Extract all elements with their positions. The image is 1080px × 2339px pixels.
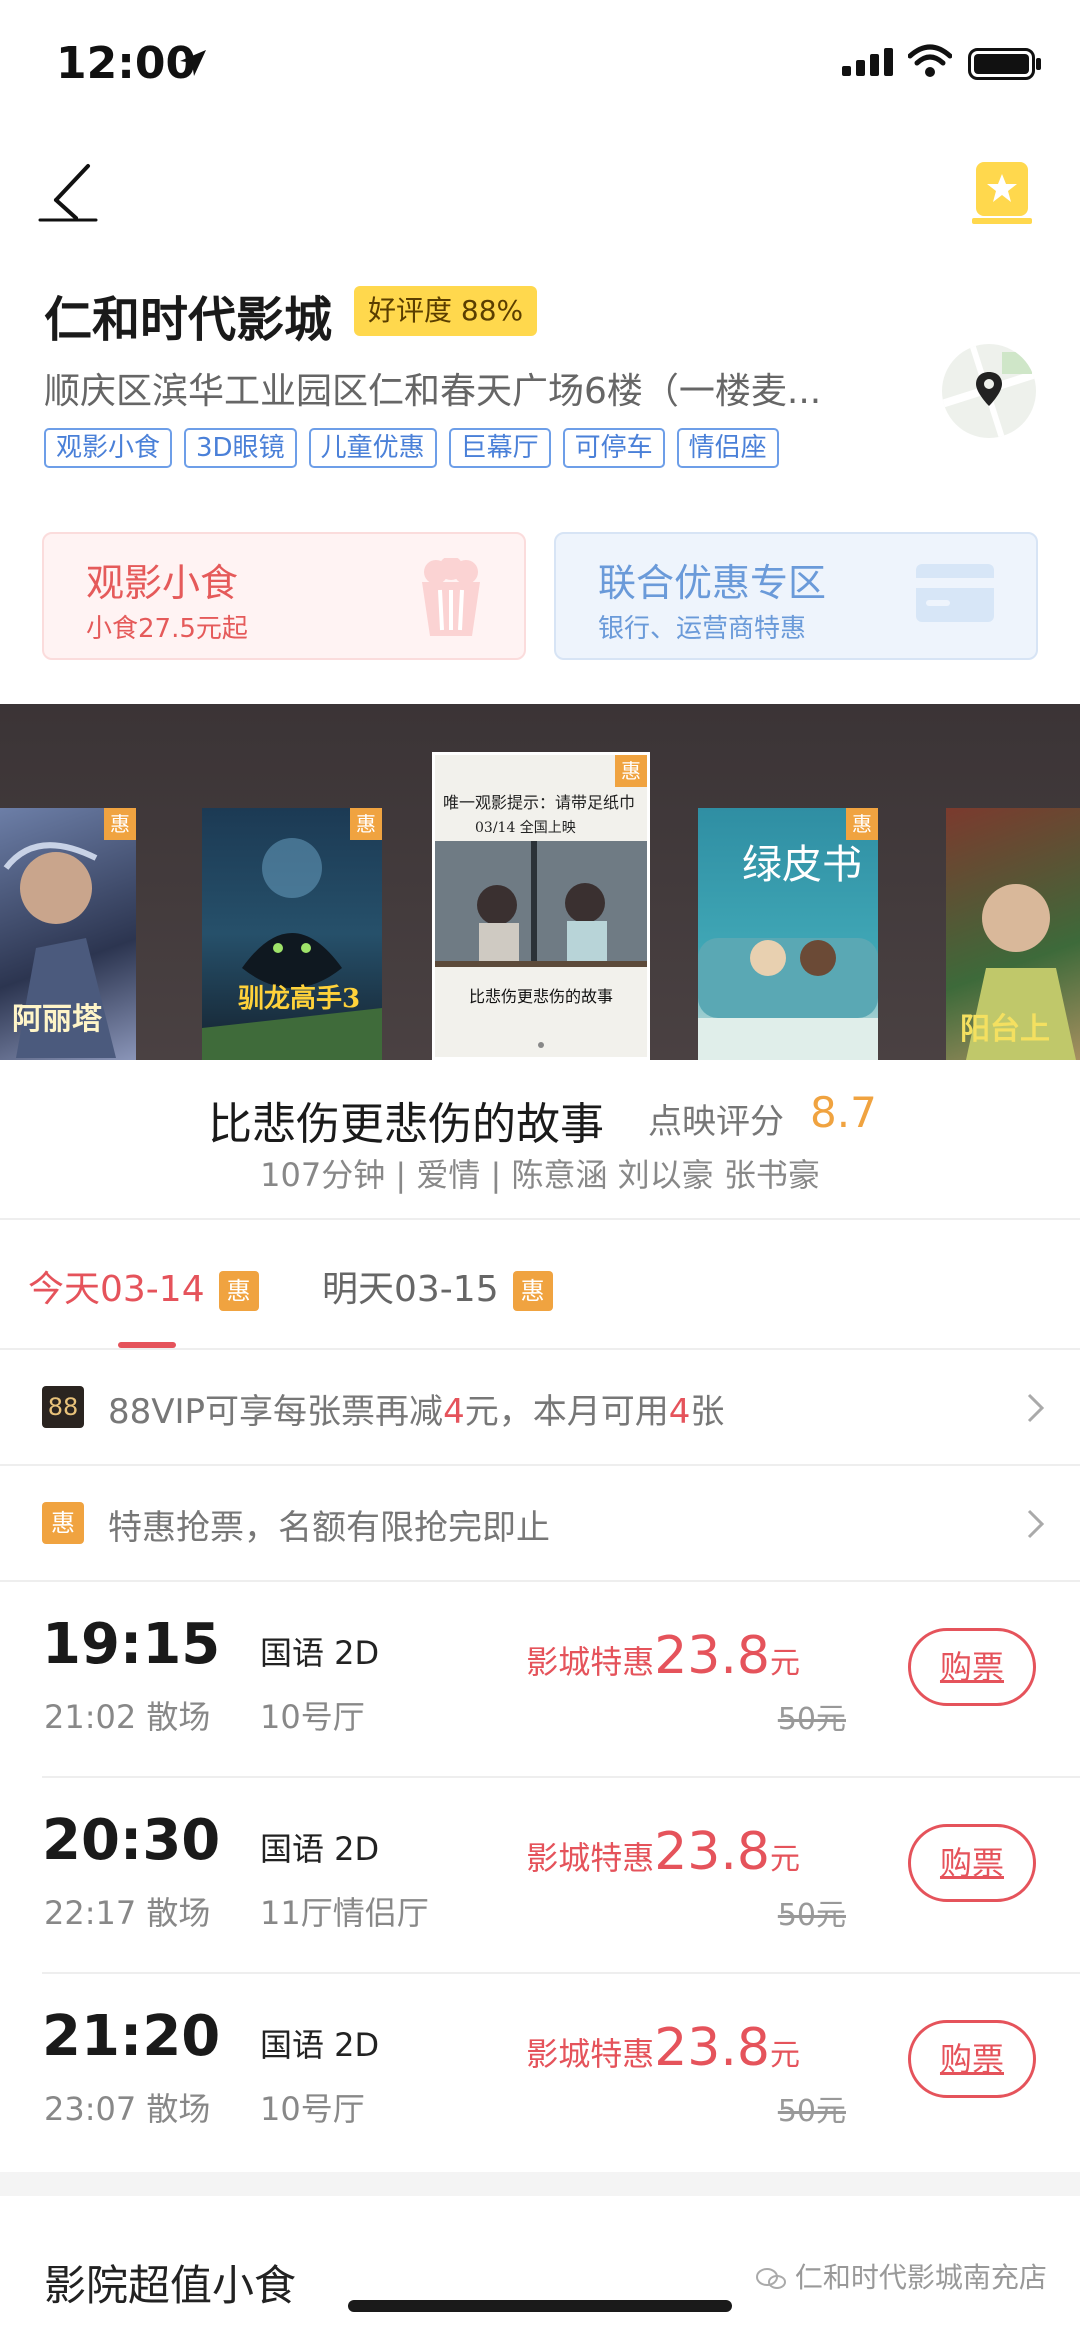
poster-discount-badge: 惠 xyxy=(350,808,382,840)
showtime-end: 21:02 散场 xyxy=(44,1698,211,1736)
poster-active-bottom-text: 比悲伤更悲伤的故事 xyxy=(469,987,614,1006)
snacks-promo-title: 观影小食 xyxy=(86,561,239,605)
popcorn-icon xyxy=(422,558,480,636)
showtime-start: 20:30 xyxy=(42,1808,221,1873)
poster-discount-badge: 惠 xyxy=(846,808,878,840)
showtime-original-price: 50元 xyxy=(777,2094,846,2129)
tab-tomorrow-badge: 惠 xyxy=(512,1271,553,1311)
joint-offers-promo-title: 联合优惠专区 xyxy=(598,561,827,605)
status-bar: 12:00 xyxy=(0,0,1080,130)
poster-more-than-blue[interactable]: 唯一观影提示：请带足纸巾 03/14 全国上映 比悲伤更悲伤的故事 惠 xyxy=(432,752,650,1060)
snacks-section-title: 影院超值小食 xyxy=(44,2261,297,2310)
buy-ticket-button[interactable]: 购票 xyxy=(908,1824,1036,1902)
bank-card-icon xyxy=(916,564,994,622)
poster-alita-title: 阿丽塔 xyxy=(12,1002,102,1037)
favorite-badge-button[interactable] xyxy=(972,160,1032,226)
tag-parking: 可停车 xyxy=(562,428,665,468)
showtime-original-price: 50元 xyxy=(777,1898,846,1933)
battery-icon xyxy=(968,48,1041,80)
joint-offers-promo-subtitle: 银行、运营商特惠 xyxy=(598,614,807,644)
feature-tags: 观影小食 3D眼镜 儿童优惠 巨幕厅 可停车 情侣座 xyxy=(44,428,779,468)
showtime-row[interactable]: 20:30 22:17 散场 国语 2D 11厅情侣厅 影城特惠23.8元 50… xyxy=(0,1778,1080,1974)
poster-dragon-title: 驯龙高手3 xyxy=(238,984,361,1014)
snacks-promo-card[interactable]: 观影小食 小食27.5元起 xyxy=(42,532,526,660)
cinema-name: 仁和时代影城 xyxy=(44,292,333,348)
score-label: 点映评分 xyxy=(648,1102,784,1142)
showtime-hall: 10号厅 xyxy=(260,1698,365,1736)
tab-today[interactable]: 今天03-14 惠 xyxy=(28,1260,259,1312)
wechat-icon xyxy=(756,2268,786,2289)
poster-discount-badge: 惠 xyxy=(615,755,647,787)
tag-3d-glasses: 3D眼镜 xyxy=(184,428,297,468)
showtime-language: 国语 2D xyxy=(260,1830,380,1868)
tag-couple-seat: 情侣座 xyxy=(676,428,779,468)
tab-tomorrow[interactable]: 明天03-15 惠 xyxy=(322,1260,553,1312)
showtime-end: 22:17 散场 xyxy=(44,1894,211,1932)
wifi-icon xyxy=(908,44,952,77)
watermark-text: 仁和时代影城南充店 xyxy=(794,2261,1047,2294)
showtime-row[interactable]: 19:15 21:02 散场 国语 2D 10号厅 影城特惠23.8元 50元 … xyxy=(0,1582,1080,1778)
poster-green-book[interactable]: 绿皮书 惠 xyxy=(698,808,878,1060)
watermark: 仁和时代影城南充店 xyxy=(756,2256,1047,2296)
showtime-price: 影城特惠23.8元 xyxy=(526,1822,800,1882)
poster-green-book-title: 绿皮书 xyxy=(742,842,862,888)
buy-ticket-button[interactable]: 购票 xyxy=(908,1628,1036,1706)
showtime-price: 影城特惠23.8元 xyxy=(526,1626,800,1686)
section-separator xyxy=(0,2172,1080,2196)
showtime-start: 21:20 xyxy=(42,2004,221,2069)
movie-title: 比悲伤更悲伤的故事 xyxy=(208,1099,604,1150)
showtime-price: 影城特惠23.8元 xyxy=(526,2018,800,2078)
showtime-hall: 10号厅 xyxy=(260,2090,365,2128)
showtime-language: 国语 2D xyxy=(260,1634,380,1672)
movie-meta: 107分钟 | 爱情 | 陈意涵 刘以豪 张书豪 xyxy=(260,1156,820,1194)
vip-discount-notice[interactable]: 88 88VIP可享每张票再减4元，本月可用4张 xyxy=(0,1350,1080,1464)
tab-today-label: 今天03-14 xyxy=(28,1269,205,1310)
showtime-end: 23:07 散场 xyxy=(44,2090,211,2128)
movie-poster-carousel[interactable]: 阿丽塔 惠 驯龙高手3 惠 唯一观影提示：请带足纸巾 03/14 全国上映 比悲… xyxy=(0,704,1080,1060)
showtime-row[interactable]: 21:20 23:07 散场 国语 2D 10号厅 影城特惠23.8元 50元 … xyxy=(0,1974,1080,2170)
score-value: 8.7 xyxy=(810,1088,877,1137)
showtime-language: 国语 2D xyxy=(260,2026,380,2064)
chevron-right-icon xyxy=(1027,1509,1045,1539)
tag-snacks: 观影小食 xyxy=(44,428,173,468)
tag-kids-discount: 儿童优惠 xyxy=(308,428,437,468)
poster-on-the-balcony[interactable]: 阳台上 xyxy=(946,808,1080,1060)
showtime-start: 19:15 xyxy=(42,1612,221,1677)
flash-sale-text: 特惠抢票，名额有限抢完即止 xyxy=(108,1508,550,1548)
poster-balcony-title: 阳台上 xyxy=(960,1012,1050,1047)
showtime-original-price: 50元 xyxy=(777,1702,846,1737)
tab-tomorrow-label: 明天03-15 xyxy=(322,1269,499,1310)
flash-sale-notice[interactable]: 惠 特惠抢票，名额有限抢完即止 xyxy=(0,1466,1080,1580)
home-indicator[interactable] xyxy=(348,2300,732,2312)
discount-badge-icon: 惠 xyxy=(42,1502,84,1544)
status-time: 12:00 xyxy=(56,38,197,89)
buy-ticket-button[interactable]: 购票 xyxy=(908,2020,1036,2098)
cinema-address[interactable]: 顺庆区滨华工业园区仁和春天广场6楼（一楼麦... xyxy=(44,362,884,414)
chevron-right-icon xyxy=(1027,1393,1045,1423)
rating-badge: 好评度 88% xyxy=(354,286,538,336)
poster-how-to-train-your-dragon[interactable]: 驯龙高手3 惠 xyxy=(202,808,382,1060)
map-button[interactable] xyxy=(942,344,1036,438)
vip-88-icon: 88 xyxy=(42,1386,84,1428)
divider xyxy=(0,1218,1080,1220)
map-pin-icon xyxy=(942,344,1036,438)
snacks-promo-subtitle: 小食27.5元起 xyxy=(86,614,248,644)
tag-imax: 巨幕厅 xyxy=(448,428,551,468)
poster-more-than-blue-art xyxy=(435,841,647,1048)
joint-offers-promo-card[interactable]: 联合优惠专区 银行、运营商特惠 xyxy=(554,532,1038,660)
poster-alita[interactable]: 阿丽塔 惠 xyxy=(0,808,136,1060)
back-button[interactable] xyxy=(36,160,106,230)
showtime-hall: 11厅情侣厅 xyxy=(260,1894,429,1932)
poster-dragon-art xyxy=(202,838,382,1060)
location-arrow-icon xyxy=(180,50,206,76)
tab-today-badge: 惠 xyxy=(218,1271,259,1311)
signal-icon xyxy=(842,48,893,76)
poster-discount-badge: 惠 xyxy=(104,808,136,840)
vip-discount-text: 88VIP可享每张票再减4元，本月可用4张 xyxy=(108,1392,725,1432)
